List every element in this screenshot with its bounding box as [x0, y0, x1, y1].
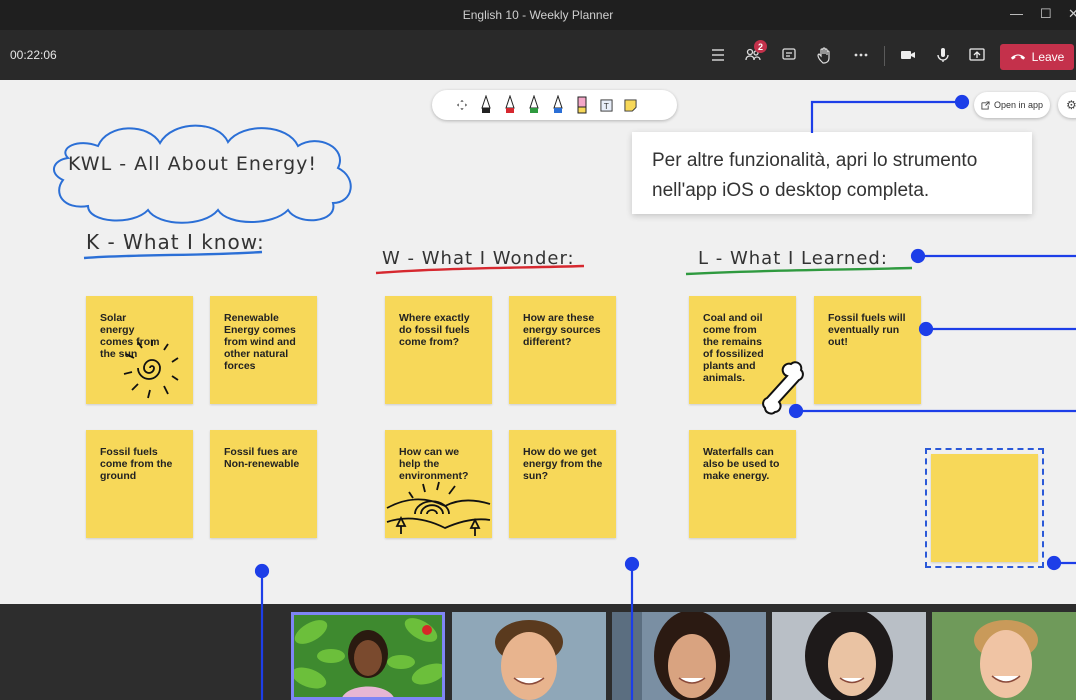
window-title: English 10 - Weekly Planner [462, 8, 614, 22]
toolbar-divider [884, 46, 885, 66]
participants-button[interactable]: 2 [740, 40, 767, 68]
sticky-note-l1[interactable]: Coal and oil come from the remains of fo… [689, 296, 804, 415]
participants-badge: 2 [754, 40, 767, 53]
participant-4-video [772, 612, 926, 700]
chat-list-icon[interactable] [705, 42, 731, 68]
underline-l [685, 266, 913, 276]
participant-2-video [452, 612, 606, 700]
chat-button[interactable] [776, 42, 802, 68]
underline-k [83, 250, 263, 260]
close-button[interactable]: ✕ [1068, 6, 1076, 22]
note-text: Where exactly do fossil fuels come from? [399, 312, 470, 348]
participant-tile-1[interactable] [291, 612, 445, 700]
participant-tile-2[interactable] [452, 612, 606, 700]
sticky-note-k4[interactable]: Fossil fues are Non-renewable [210, 430, 317, 538]
camera-icon [901, 51, 915, 59]
raise-hand-button[interactable] [811, 42, 837, 68]
participant-tile-4[interactable] [772, 612, 926, 700]
sticky-note-w4[interactable]: How do we get energy from the sun? [509, 430, 616, 538]
participant-strip [0, 604, 1076, 700]
maximize-button[interactable]: ☐ [1040, 6, 1052, 22]
whiteboard-canvas[interactable]: T Open in app ⚙ Per altre funzionalità, … [0, 80, 1076, 604]
sticky-note-k1[interactable]: Solar energy comes from the sun [86, 296, 193, 404]
share-screen-button[interactable] [964, 42, 990, 68]
microphone-icon [937, 48, 949, 62]
more-actions-button[interactable] [848, 42, 874, 68]
title-bar: English 10 - Weekly Planner — ☐ ✕ [0, 0, 1076, 30]
leave-button[interactable]: Leave [1000, 44, 1074, 70]
sun-drawing [123, 340, 179, 399]
participant-tile-3[interactable] [612, 612, 766, 700]
minimize-button[interactable]: — [1010, 6, 1023, 21]
bone-drawing [762, 361, 804, 415]
sticky-note-k2[interactable]: Renewable Energy comes from wind and oth… [210, 296, 317, 404]
sticky-note-k3[interactable]: Fossil fuels come from the ground [86, 430, 193, 538]
sticky-note-w1[interactable]: Where exactly do fossil fuels come from? [385, 296, 492, 404]
share-icon [969, 48, 985, 61]
leave-label: Leave [1031, 50, 1065, 64]
note-text: Renewable Energy comes from wind and oth… [224, 312, 296, 372]
note-text: How can we help the environment? [399, 446, 469, 482]
note-text: Fossil fuels come from the ground [100, 446, 173, 482]
sticky-note-l2[interactable]: Fossil fuels will eventually run out! [814, 296, 921, 404]
landscape-drawing [386, 481, 491, 536]
participant-5-video [932, 612, 1076, 700]
note-text: Waterfalls can also be used to make ener… [703, 446, 780, 482]
note-text: Fossil fuels will eventually run out! [828, 312, 906, 348]
sticky-note-new-selected[interactable] [925, 448, 1044, 568]
chat-icon [782, 48, 796, 60]
camera-button[interactable] [895, 42, 921, 68]
participant-1-video [291, 612, 445, 700]
sticky-note-l3[interactable]: Waterfalls can also be used to make ener… [689, 430, 796, 538]
note-text: How are these energy sources different? [523, 312, 601, 348]
meeting-timer: 00:22:06 [10, 48, 57, 62]
underline-w [375, 264, 585, 275]
note-text: Fossil fues are Non-renewable [224, 446, 300, 470]
microphone-button[interactable] [930, 42, 956, 68]
ellipsis-icon [854, 53, 868, 57]
participant-tile-5[interactable] [932, 612, 1076, 700]
meeting-toolbar: 00:22:06 2 Leave [0, 30, 1076, 80]
participant-3-video [612, 612, 766, 700]
sticky-note-w2[interactable]: How are these energy sources different? [509, 296, 616, 404]
hang-up-icon [1010, 54, 1025, 60]
sticky-note-w3[interactable]: How can we help the environment? [385, 430, 492, 538]
note-text: How do we get energy from the sun? [523, 446, 603, 482]
hand-icon [817, 47, 830, 64]
